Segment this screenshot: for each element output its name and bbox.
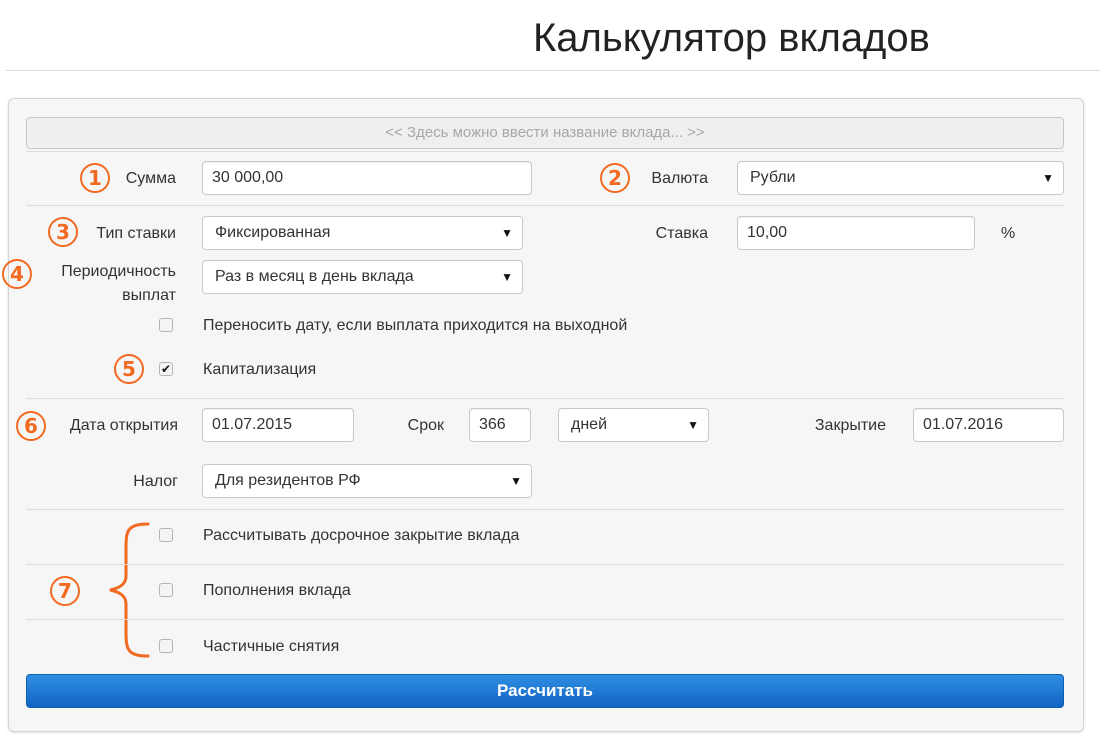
deposit-name-input[interactable]: << Здесь можно ввести название вклада...…: [26, 117, 1064, 149]
open-date-label: Дата открытия: [69, 417, 178, 434]
chevron-down-icon: ▼: [1042, 171, 1054, 185]
annotation-marker-4: 4: [2, 259, 32, 289]
chevron-down-icon: ▼: [687, 418, 699, 432]
early-close-checkbox[interactable]: [159, 528, 173, 542]
rate-input[interactable]: 10,00: [737, 216, 975, 250]
currency-label: Валюта: [651, 170, 708, 187]
amount-label: Сумма: [125, 170, 176, 187]
annotation-marker-7: 7: [50, 576, 80, 606]
tax-select[interactable]: Для резидентов РФ ▼: [202, 464, 532, 498]
capitalization-label: Капитализация: [203, 361, 317, 378]
term-label: Срок: [407, 417, 444, 434]
currency-value: Рубли: [750, 169, 796, 186]
rate-type-value: Фиксированная: [215, 224, 331, 241]
amount-input[interactable]: 30 000,00: [202, 161, 532, 195]
term-unit-value: дней: [571, 416, 608, 433]
rate-type-label: Тип ставки: [96, 225, 176, 242]
replenishment-checkbox[interactable]: [159, 583, 173, 597]
annotation-marker-5: 5: [114, 354, 144, 384]
payout-period-select[interactable]: Раз в месяц в день вклада ▼: [202, 260, 523, 294]
annotation-marker-1: 1: [80, 163, 110, 193]
currency-select[interactable]: Рубли ▼: [737, 161, 1064, 195]
capitalization-checkbox[interactable]: ✔: [159, 362, 173, 376]
divider: [26, 398, 1064, 399]
tax-value: Для резидентов РФ: [215, 472, 361, 489]
page-title: Калькулятор вкладов: [533, 16, 930, 60]
move-date-label: Переносить дату, если выплата приходится…: [203, 317, 628, 334]
close-date-input[interactable]: 01.07.2016: [913, 408, 1064, 442]
tax-label: Налог: [133, 473, 178, 490]
divider: [26, 151, 1064, 152]
brace-icon: [109, 522, 150, 658]
partial-withdrawal-checkbox[interactable]: [159, 639, 173, 653]
rate-unit: %: [1001, 225, 1016, 242]
rate-type-select[interactable]: Фиксированная ▼: [202, 216, 523, 250]
calculate-button[interactable]: Рассчитать: [26, 674, 1064, 708]
annotation-marker-6: 6: [16, 411, 46, 441]
divider: [26, 619, 1064, 620]
annotation-marker-3: 3: [48, 217, 78, 247]
divider: [26, 509, 1064, 510]
replenishment-label: Пополнения вклада: [203, 582, 351, 599]
term-input[interactable]: 366: [469, 408, 531, 442]
chevron-down-icon: ▼: [510, 474, 522, 488]
open-date-input[interactable]: 01.07.2015: [202, 408, 354, 442]
chevron-down-icon: ▼: [501, 270, 513, 284]
term-unit-select[interactable]: дней ▼: [558, 408, 709, 442]
payout-period-value: Раз в месяц в день вклада: [215, 268, 414, 285]
partial-withdrawal-label: Частичные снятия: [203, 638, 340, 655]
annotation-marker-2: 2: [600, 163, 630, 193]
divider: [26, 564, 1064, 565]
early-close-label: Рассчитывать досрочное закрытие вклада: [203, 527, 520, 544]
chevron-down-icon: ▼: [501, 226, 513, 240]
rate-label: Ставка: [655, 225, 708, 242]
payout-period-label-line1: Периодичность: [61, 263, 176, 280]
move-date-checkbox[interactable]: [159, 318, 173, 332]
close-date-label: Закрытие: [814, 417, 886, 434]
payout-period-label-line2: выплат: [122, 287, 176, 304]
divider: [26, 205, 1064, 206]
header-divider: [6, 70, 1100, 71]
check-icon: ✔: [160, 362, 172, 376]
